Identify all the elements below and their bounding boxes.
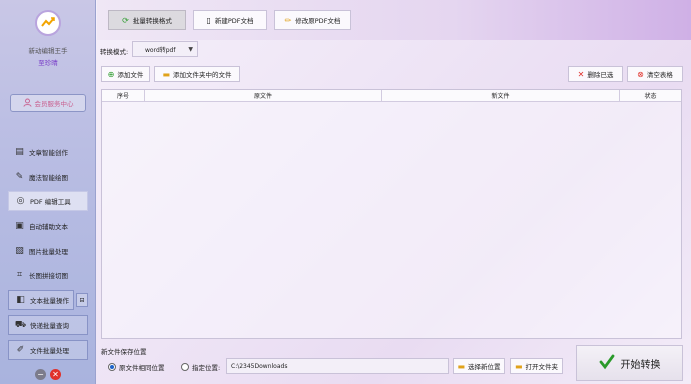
new-document-icon: ▯ <box>206 15 211 25</box>
sidebar-item-label: 魔法智能绘图 <box>29 174 68 182</box>
close-icon: ✕ <box>577 69 585 79</box>
delete-selected-label: 删除已选 <box>587 71 614 79</box>
choose-location-label: 选择新位置 <box>468 363 501 371</box>
table-header: 序号 原文件 新文件 状态 <box>102 90 681 102</box>
column-header-index[interactable]: 序号 <box>102 90 145 101</box>
document-edit-icon: ▤ <box>15 147 24 157</box>
image-icon: ▧ <box>15 246 24 256</box>
folder-icon: ▬ <box>457 361 466 371</box>
sidebar-item-label: 文本批量操作 <box>30 297 69 305</box>
conversion-mode-value: word转pdf <box>145 46 176 54</box>
save-location-title: 新文件保存位置 <box>101 348 147 356</box>
tab-batch-convert[interactable]: ⟳ 批量转换格式 <box>108 10 186 30</box>
pencil-icon: ✏ <box>284 15 292 25</box>
radio-selected-icon <box>108 363 116 371</box>
sidebar-item-pdf[interactable]: ◎ PDF 编辑工具 <box>8 191 88 211</box>
app-name: 新动编辑王手 <box>28 47 68 55</box>
chevron-down-icon: ▼ <box>188 46 193 53</box>
start-convert-button[interactable]: 开始转换 <box>576 345 683 381</box>
minimize-icon[interactable]: − <box>35 369 46 380</box>
member-center-label: 会员服务中心 <box>34 100 74 108</box>
tab-edit-pdf[interactable]: ✏ 修改原PDF文档 <box>274 10 351 30</box>
radio-icon <box>181 363 189 371</box>
same-location-label: 原文件相同位置 <box>119 364 165 372</box>
save-path-input[interactable]: C:\2345Downloads <box>226 358 449 374</box>
crop-icon: ⌗ <box>16 270 23 280</box>
promo-link[interactable]: 至珍晴 <box>0 57 96 67</box>
truck-icon: ⛟ <box>14 319 27 330</box>
add-icon: ⊕ <box>107 69 115 79</box>
delete-selected-button[interactable]: ✕ 删除已选 <box>568 66 623 82</box>
column-header-status[interactable]: 状态 <box>620 90 681 101</box>
member-center-button[interactable]: 会员服务中心 <box>10 94 86 112</box>
tab-label: 新建PDF文档 <box>214 17 254 25</box>
tab-new-pdf[interactable]: ▯ 新建PDF文档 <box>193 10 267 30</box>
sidebar-item-label: PDF 编辑工具 <box>30 198 71 206</box>
text-auto-icon: ▣ <box>15 221 24 231</box>
conversion-mode-label: 转换模式: <box>100 48 129 56</box>
clear-icon: ⊗ <box>637 69 644 79</box>
clear-table-label: 清空表格 <box>646 71 673 79</box>
checkmark-icon <box>599 354 615 373</box>
file-edit-icon: ✐ <box>16 345 25 355</box>
pdf-icon: ◎ <box>16 196 25 206</box>
add-file-button[interactable]: ⊕ 添加文件 <box>101 66 150 82</box>
folder-add-icon: ▬ <box>162 69 171 79</box>
sidebar-item-label: 文章智能创作 <box>29 149 68 157</box>
save-location-panel: 新文件保存位置 原文件相同位置 指定位置: C:\2345Downloads ▬… <box>97 344 572 384</box>
sidebar-item-long-image[interactable]: ⌗ 长图拼接切图 <box>8 265 88 285</box>
custom-location-label: 指定位置: <box>192 364 221 372</box>
tab-label: 修改原PDF文档 <box>295 17 341 25</box>
sidebar-item-file-batch[interactable]: ✐ 文件批量处理 <box>8 340 88 360</box>
close-icon[interactable]: ✕ <box>50 369 61 380</box>
app-logo <box>35 10 61 36</box>
window-controls: − ✕ <box>35 369 61 380</box>
sidebar-item-article[interactable]: ▤ 文章智能创作 <box>8 142 88 162</box>
sidebar-item-express[interactable]: ⛟ 快递批量查询 <box>8 315 88 335</box>
top-tab-bar <box>97 0 691 40</box>
clear-table-button[interactable]: ⊗ 清空表格 <box>627 66 683 82</box>
magic-wand-icon: ✎ <box>15 172 24 182</box>
file-table[interactable]: 序号 原文件 新文件 状态 <box>101 89 682 339</box>
sidebar-item-label: 自动辅助文本 <box>29 223 68 231</box>
open-folder-button[interactable]: ▬ 打开文件夹 <box>510 358 563 374</box>
sidebar-item-auto-text[interactable]: ▣ 自动辅助文本 <box>8 216 88 236</box>
sidebar-item-image[interactable]: ▧ 图片批量处理 <box>8 241 88 261</box>
sidebar-item-drawing[interactable]: ✎ 魔法智能绘图 <box>8 167 88 187</box>
start-convert-label: 开始转换 <box>620 359 661 371</box>
custom-location-radio[interactable]: 指定位置: <box>181 362 220 372</box>
same-location-radio[interactable]: 原文件相同位置 <box>108 362 165 372</box>
conversion-mode-select[interactable]: word转pdf ▼ <box>132 41 198 57</box>
user-icon <box>22 98 32 109</box>
sidebar-item-label: 图片批量处理 <box>29 248 68 256</box>
sidebar-item-label: 文件批量处理 <box>30 347 69 355</box>
tab-label: 批量转换格式 <box>132 17 172 25</box>
column-header-target[interactable]: 新文件 <box>382 90 620 101</box>
column-header-source[interactable]: 原文件 <box>145 90 382 101</box>
add-file-label: 添加文件 <box>117 71 144 79</box>
sidebar: 新动编辑王手 至珍晴 会员服务中心 ▤ 文章智能创作 ✎ 魔法智能绘图 ◎ PD… <box>0 0 96 384</box>
text-batch-icon: ◧ <box>16 295 25 305</box>
collapse-button[interactable]: ⊟ <box>76 293 88 307</box>
sidebar-item-label: 快递批量查询 <box>30 322 69 330</box>
sidebar-item-label: 长图拼接切图 <box>29 272 68 280</box>
open-folder-label: 打开文件夹 <box>525 363 559 371</box>
add-folder-button[interactable]: ▬ 添加文件夹中的文件 <box>154 66 240 82</box>
refresh-icon: ⟳ <box>122 15 129 25</box>
sidebar-item-text-batch[interactable]: ◧ 文本批量操作 <box>8 290 74 310</box>
choose-location-button[interactable]: ▬ 选择新位置 <box>453 358 505 374</box>
folder-open-icon: ▬ <box>514 361 523 371</box>
add-folder-label: 添加文件夹中的文件 <box>173 71 232 79</box>
